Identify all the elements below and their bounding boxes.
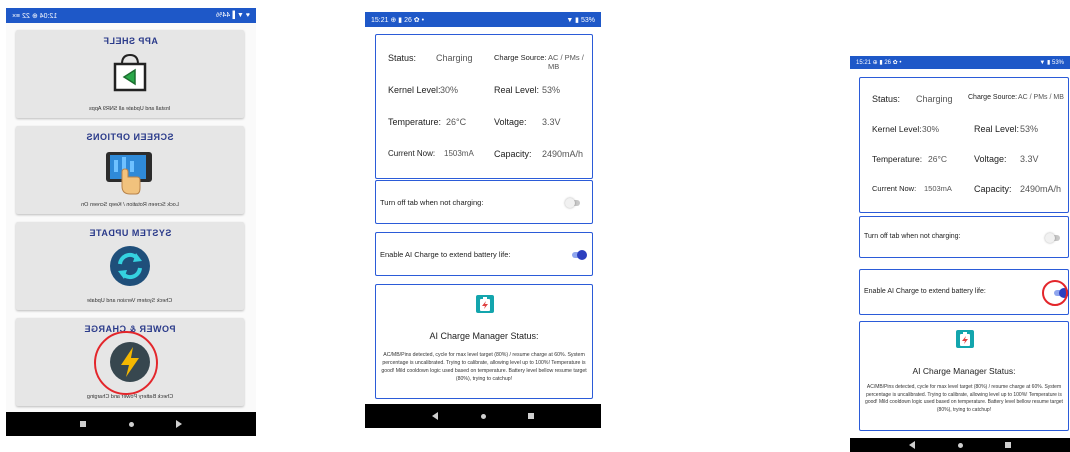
tablet-touch-icon xyxy=(102,146,158,201)
charge-source-label: Charge Source: xyxy=(494,53,547,62)
turn-off-tab-label: Turn off tab when not charging: xyxy=(380,198,484,207)
temperature-label: Temperature: xyxy=(872,154,923,164)
capacity-label: Capacity: xyxy=(974,184,1012,194)
ai-charge-manager-card: AI Charge Manager Status: AC/MB/Pins det… xyxy=(375,284,593,399)
temperature-value: 26°C xyxy=(446,117,467,127)
navigation-bar xyxy=(6,412,256,436)
kernel-level-value: 30% xyxy=(922,124,940,134)
ai-charge-manager-description: AC/MB/Pins detected, cycle for max level… xyxy=(865,384,1063,413)
status-label: Status: xyxy=(388,53,417,63)
recent-apps-button[interactable] xyxy=(1002,439,1014,451)
menu-subtitle: Check Battery Power and Charging xyxy=(86,394,174,400)
battery-stats-card: Status: Charging Charge Source: AC / PMs… xyxy=(375,34,593,179)
kernel-level-value: 30% xyxy=(440,85,459,95)
capacity-value: 2490mA/h xyxy=(542,149,584,159)
status-bar: 15:21 ⊕ ▮ 26 ✿ • ▼ ▮ 53% xyxy=(365,12,601,27)
real-level-value: 53% xyxy=(542,85,561,95)
phone-home-screen: ♥ ▼ ▌44% 12:04 ⊕ 22 ≡× APP SHELF Install… xyxy=(6,8,256,436)
battery-stats-card: Status: Charging Charge Source: AC / PMs… xyxy=(859,77,1069,213)
menu-title: APP SHELF xyxy=(102,36,158,46)
battery-charging-icon xyxy=(956,330,974,348)
ai-charge-manager-title: AI Charge Manager Status: xyxy=(912,366,1016,376)
turn-off-tab-toggle[interactable] xyxy=(1045,233,1060,243)
real-level-value: 53% xyxy=(1020,124,1039,134)
navigation-bar xyxy=(850,438,1070,452)
charge-source-value: AC / PMs / MB xyxy=(1018,94,1064,101)
navigation-bar xyxy=(365,404,601,428)
voltage-label: Voltage: xyxy=(494,117,527,127)
ai-charge-manager-card: AI Charge Manager Status: AC/MB/Pins det… xyxy=(859,321,1069,431)
capacity-value: 2490mA/h xyxy=(1020,184,1062,194)
back-button[interactable] xyxy=(429,410,441,422)
menu-title: SYSTEM UPDATE xyxy=(88,228,172,238)
home-button[interactable] xyxy=(477,410,489,422)
kernel-level-label: Kernel Level: xyxy=(388,85,441,95)
system-update-button[interactable]: SYSTEM UPDATE Check System Version and U… xyxy=(16,222,244,310)
status-left: 15:21 ⊕ ▮ 26 ✿ • xyxy=(371,16,425,24)
status-label: Status: xyxy=(872,94,901,104)
current-now-value: 1503mA xyxy=(924,184,952,193)
highlight-circle xyxy=(1042,280,1068,306)
ai-charge-card: Enable AI Charge to extend battery life: xyxy=(375,232,593,276)
real-level-label: Real Level: xyxy=(494,85,540,95)
app-shelf-bag-icon xyxy=(107,50,153,101)
temperature-value: 26°C xyxy=(928,154,947,164)
charge-source-label: Charge Source: xyxy=(968,94,1018,101)
ai-charge-label: Enable AI Charge to extend battery life: xyxy=(380,250,511,259)
turn-off-tab-label: Turn off tab when not charging: xyxy=(864,233,961,240)
capacity-label: Capacity: xyxy=(494,149,532,159)
current-now-label: Current Now: xyxy=(388,149,436,158)
status-bar: 15:21 ⊕ ▮ 26 ✿ • ▼ ▮ 53% xyxy=(850,56,1070,69)
home-button[interactable] xyxy=(954,439,966,451)
status-right: ▼ ▮ 53% xyxy=(566,16,595,24)
voltage-value: 3.3V xyxy=(542,117,561,127)
back-button[interactable] xyxy=(173,418,185,430)
status-right: ▼ ▮ 53% xyxy=(1039,60,1064,66)
ai-charge-toggle[interactable] xyxy=(572,250,587,260)
real-level-label: Real Level: xyxy=(974,124,1020,134)
menu-title: SCREEN OPTIONS xyxy=(86,132,174,142)
recent-apps-button[interactable] xyxy=(525,410,537,422)
turn-off-tab-card: Turn off tab when not charging: xyxy=(375,180,593,224)
menu-subtitle: Install and Update all SNR9 Apps xyxy=(89,106,171,112)
ai-charge-manager-title: AI Charge Manager Status: xyxy=(429,331,539,341)
battery-charging-icon xyxy=(476,295,494,313)
kernel-level-label: Kernel Level: xyxy=(872,124,922,134)
ai-charge-card: Enable AI Charge to extend battery life: xyxy=(859,269,1069,315)
ai-charge-manager-description: AC/MB/Pins detected, cycle for max level… xyxy=(381,352,587,382)
charge-source-value: AC / PMs / MB xyxy=(548,53,584,71)
phone-ai-charge-screen: 15:21 ⊕ ▮ 26 ✿ • ▼ ▮ 53% Status: Chargin… xyxy=(850,56,1070,452)
status-right: 12:04 ⊕ 22 ≡× xyxy=(12,12,58,20)
status-left: ♥ ▼ ▌44% xyxy=(216,12,250,19)
status-bar: ♥ ▼ ▌44% 12:04 ⊕ 22 ≡× xyxy=(6,8,256,23)
home-button[interactable] xyxy=(125,418,137,430)
voltage-label: Voltage: xyxy=(974,154,1007,164)
status-value: Charging xyxy=(916,94,953,104)
status-value: Charging xyxy=(436,53,473,63)
voltage-value: 3.3V xyxy=(1020,154,1039,164)
status-left: 15:21 ⊕ ▮ 26 ✿ • xyxy=(856,60,902,66)
recent-apps-button[interactable] xyxy=(77,418,89,430)
back-button[interactable] xyxy=(906,439,918,451)
menu-subtitle: Lock Screen Rotation / Keep Screen On xyxy=(81,202,179,208)
screen-options-button[interactable]: SCREEN OPTIONS Lock Screen Rotation / Ke… xyxy=(16,126,244,214)
phone-power-charge-screen: 15:21 ⊕ ▮ 26 ✿ • ▼ ▮ 53% Status: Chargin… xyxy=(365,12,601,428)
refresh-circle-icon xyxy=(106,242,154,295)
current-now-value: 1503mA xyxy=(444,149,474,158)
app-shelf-button[interactable]: APP SHELF Install and Update all SNR9 Ap… xyxy=(16,30,244,118)
current-now-label: Current Now: xyxy=(872,184,917,193)
menu-subtitle: Check System Version and Update xyxy=(87,298,173,304)
turn-off-tab-toggle[interactable] xyxy=(565,198,580,208)
highlight-circle xyxy=(94,331,158,395)
turn-off-tab-card: Turn off tab when not charging: xyxy=(859,216,1069,258)
ai-charge-label: Enable AI Charge to extend battery life: xyxy=(864,288,986,295)
temperature-label: Temperature: xyxy=(388,117,442,127)
